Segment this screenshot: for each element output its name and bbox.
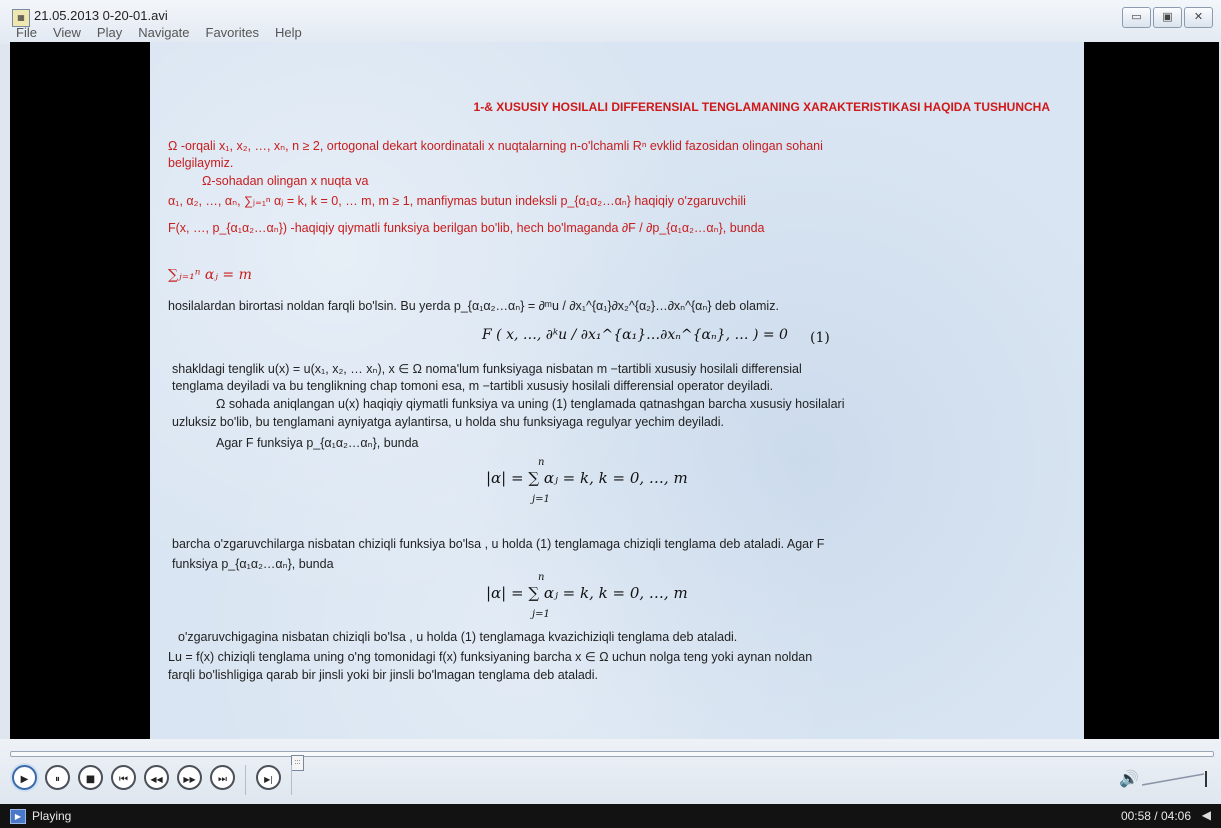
toolbar-separator [291,765,292,795]
slide-line-11: uzluksiz bo'lib, bu tenglamani ayniyatga… [172,415,725,429]
transport-buttons: ▶ ⏸ ■ ⏮ ◀◀ ▶▶ ⏭ ▶| [12,765,294,795]
close-button[interactable]: ✕ [1184,7,1213,28]
previous-button[interactable]: ⏮ [111,765,136,790]
speaker-icon[interactable]: ◀ [1202,808,1211,822]
slide-line-6: ∑ⱼ₌₁ⁿ αⱼ = m [168,267,252,283]
minimize-button[interactable]: ▭ [1122,7,1151,28]
title-bar: ▦ 21.05.2013 0-20-01.avi ▭ ▣ ✕ File View… [0,0,1221,44]
stop-button[interactable]: ■ [78,765,103,790]
rewind-button[interactable]: ◀◀ [144,765,169,790]
time-display: 00:58 / 04:06 [1120,809,1191,823]
slide-line-12: Agar F funksiya p_{α₁α₂…αₙ}, bunda [216,436,419,450]
slide-line-13: barcha o'zgaruvchilarga nisbatan chiziql… [172,537,825,551]
playback-state: Playing [32,809,72,823]
fast-forward-button[interactable]: ▶▶ [177,765,202,790]
slide-title: 1-& XUSUSIY HOSILALI DIFFERENSIAL TENGLA… [473,100,1050,114]
slide-line-14: funksiya p_{α₁α₂…αₙ}, bunda [172,557,334,571]
slide-line-15: o'zgaruvchigagina nisbatan chiziqli bo'l… [178,630,738,644]
menu-navigate[interactable]: Navigate [130,24,197,42]
slide-line-17: farqli bo'lishligiga qarab bir jinsli yo… [168,668,599,682]
player-status-icon: ▶ [10,809,26,824]
status-bar: ▶ Playing 00:58 / 04:06 ◀ [0,804,1221,828]
equation-2: |α| = ∑ αⱼ = k, k = 0, …, m [486,469,688,487]
menu-help[interactable]: Help [267,24,310,42]
equation-3: |α| = ∑ αⱼ = k, k = 0, …, m [486,584,688,602]
slide-line-16: Lu = f(x) chiziqli tenglama uning o'ng t… [168,650,813,664]
menu-bar: File View Play Navigate Favorites Help [8,24,310,42]
slide-line-1: Ω -orqali x₁, x₂, …, xₙ, n ≥ 2, ortogona… [168,139,823,153]
seek-bar[interactable]: ::: [10,751,1214,771]
equation-3-sum-bottom: j=1 [532,609,550,620]
equation-3-sum-top: n [538,572,545,583]
equation-1-number: (1) [810,330,830,346]
slide-line-8: shakldagi tenglik u(x) = u(x₁, x₂, … xₙ)… [172,362,802,376]
toolbar-separator [245,765,246,795]
slide-line-3: Ω-sohadan olingan x nuqta va [202,174,369,188]
menu-file[interactable]: File [8,24,45,42]
slide-line-2: belgilaymiz. [168,156,234,170]
volume-icon[interactable]: 🔊 [1119,769,1139,789]
video-frame-slide: 1-& XUSUSIY HOSILALI DIFFERENSIAL TENGLA… [150,42,1084,739]
maximize-button[interactable]: ▣ [1153,7,1182,28]
equation-2-sum-bottom: j=1 [532,494,550,505]
slide-line-4: α₁, α₂, …, αₙ, ∑ⱼ₌₁ⁿ αⱼ = k, k = 0, … m,… [168,194,746,208]
window-controls: ▭ ▣ ✕ [1122,7,1213,28]
player-controls: ::: ▶ ⏸ ■ ⏮ ◀◀ ▶▶ ⏭ ▶| 🔊 [0,739,1221,804]
slide-line-7: hosilalardan birortasi noldan farqli bo'… [168,299,779,313]
menu-view[interactable]: View [45,24,89,42]
pause-button[interactable]: ⏸ [45,765,70,790]
menu-play[interactable]: Play [89,24,130,42]
next-button[interactable]: ⏭ [210,765,235,790]
slide-line-9: tenglama deyiladi va bu tenglikning chap… [172,379,774,393]
menu-favorites[interactable]: Favorites [198,24,267,42]
volume-slider[interactable] [1140,771,1210,787]
equation-1: F ( x, …, ∂ᵏu / ∂x₁^{α₁}…∂xₙ^{αₙ}, … ) =… [482,327,788,343]
window-title: 21.05.2013 0-20-01.avi [34,8,168,23]
slide-line-10: Ω sohada aniqlangan u(x) haqiqiy qiymatl… [216,397,845,411]
video-area[interactable]: 1-& XUSUSIY HOSILALI DIFFERENSIAL TENGLA… [10,42,1219,739]
equation-2-sum-top: n [538,457,545,468]
play-button[interactable]: ▶ [12,765,37,790]
slide-line-5: F(x, …, p_{α₁α₂…αₙ}) -haqiqiy qiymatli f… [168,221,765,235]
frame-step-button[interactable]: ▶| [256,765,281,790]
